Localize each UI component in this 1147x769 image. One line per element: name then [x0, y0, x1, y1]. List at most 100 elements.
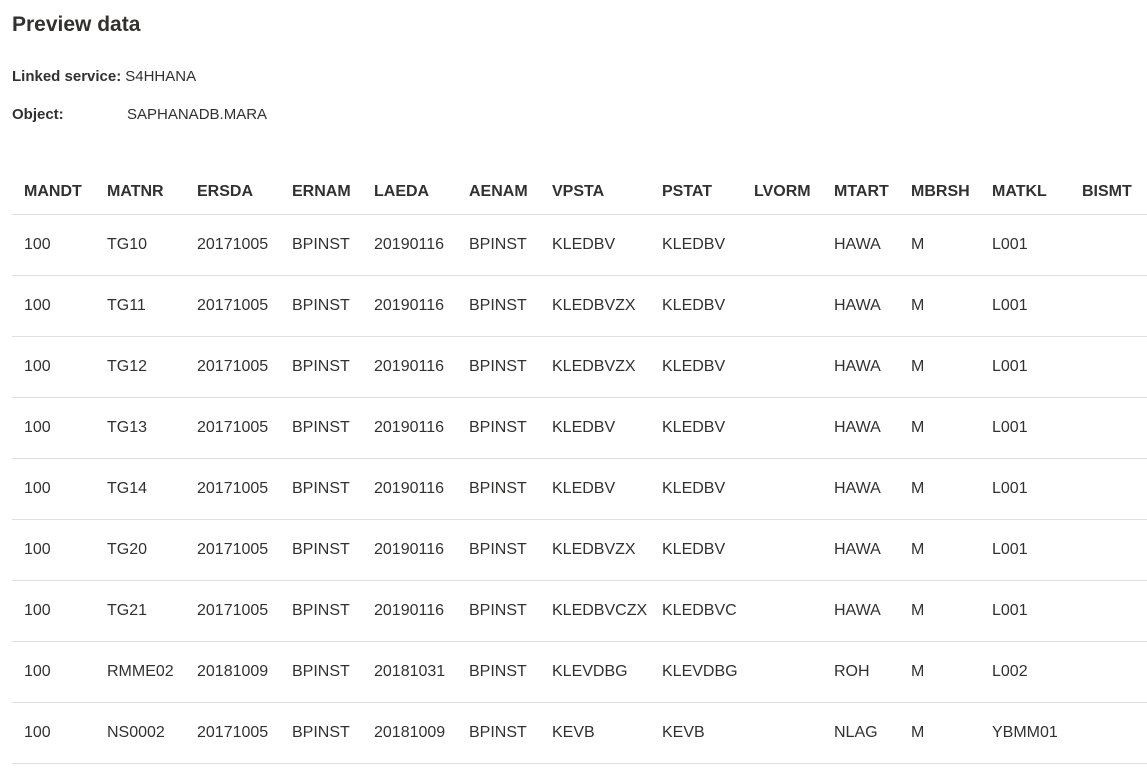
object-row: Object: SAPHANADB.MARA [12, 105, 267, 125]
table-cell-lvorm [742, 580, 822, 642]
table-body: 100 TG10 20171005 BPINST 20190116 BPINST KLEDB… [12, 214, 1147, 764]
table-cell-mbrsh: M [899, 702, 980, 764]
table-cell-laeda: 20190116 [362, 336, 457, 398]
table-row[interactable]: 100 RMME02 20181009 BPINST 20181031 BPINST KLE… [12, 641, 1147, 703]
table-cell-mandt: 100 [12, 519, 95, 581]
table-cell-mtart: ROH [822, 641, 899, 703]
table-cell-matkl: L001 [980, 275, 1070, 337]
table-cell-laeda: 20190116 [362, 458, 457, 520]
table-cell-bismt [1070, 519, 1147, 581]
table-cell-matkl: YBMM01 [980, 702, 1070, 764]
preview-data-panel: Preview data Linked service: S4HHANA Obje… [0, 0, 1147, 769]
column-header-bismt[interactable]: BISMT [1070, 169, 1147, 215]
table-cell-vpsta: KLEDBV [540, 458, 650, 520]
table-cell-pstat: KLEVDBG [650, 641, 742, 703]
table-cell-ernam: BPINST [280, 336, 362, 398]
table-cell-lvorm [742, 519, 822, 581]
table-cell-bismt [1070, 275, 1147, 337]
column-header-matnr[interactable]: MATNR [95, 169, 185, 215]
table-cell-matkl: L001 [980, 397, 1070, 459]
table-row[interactable]: 100 TG10 20171005 BPINST 20190116 BPINST KLEDB… [12, 214, 1147, 276]
column-header-mandt[interactable]: MANDT [12, 169, 95, 215]
table-header-row: MANDT MATNR ERSDA ERNAM LAEDA AENAM VPSTA PSTAT… [12, 169, 1147, 215]
table-cell-mtart: HAWA [822, 275, 899, 337]
table-cell-matnr: NS0002 [95, 702, 185, 764]
column-header-lvorm[interactable]: LVORM [742, 169, 822, 215]
column-header-mtart[interactable]: MTART [822, 169, 899, 215]
table-cell-ernam: BPINST [280, 580, 362, 642]
table-cell-bismt [1070, 580, 1147, 642]
table-cell-vpsta: KLEDBVZX [540, 275, 650, 337]
table-cell-mandt: 100 [12, 397, 95, 459]
table-cell-vpsta: KLEVDBG [540, 641, 650, 703]
table-cell-mtart: HAWA [822, 580, 899, 642]
table-cell-bismt [1070, 458, 1147, 520]
column-header-matkl[interactable]: MATKL [980, 169, 1070, 215]
table-cell-matnr: TG14 [95, 458, 185, 520]
table-cell-mtart: HAWA [822, 214, 899, 276]
table-row[interactable]: 100 TG20 20171005 BPINST 20190116 BPINST KLEDB… [12, 519, 1147, 581]
column-header-vpsta[interactable]: VPSTA [540, 169, 650, 215]
table-cell-aenam: BPINST [457, 641, 540, 703]
column-header-pstat[interactable]: PSTAT [650, 169, 742, 215]
table-row[interactable]: 100 TG11 20171005 BPINST 20190116 BPINST KLEDB… [12, 275, 1147, 337]
table-cell-ernam: BPINST [280, 641, 362, 703]
column-header-aenam[interactable]: AENAM [457, 169, 540, 215]
object-value: SAPHANADB.MARA [127, 106, 268, 123]
column-header-laeda[interactable]: LAEDA [362, 169, 457, 215]
table-row[interactable]: 100 TG12 20171005 BPINST 20190116 BPINST KLEDB… [12, 336, 1147, 398]
table-cell-laeda: 20190116 [362, 214, 457, 276]
table-cell-bismt [1070, 641, 1147, 703]
table-cell-pstat: KLEDBV [650, 336, 742, 398]
table-cell-lvorm [742, 336, 822, 398]
table-cell-mtart: HAWA [822, 397, 899, 459]
table-cell-vpsta: KLEDBV [540, 397, 650, 459]
table-cell-mbrsh: M [899, 519, 980, 581]
table-cell-pstat: KLEDBV [650, 458, 742, 520]
table-row[interactable]: 100 NS0002 20171005 BPINST 20181009 BPINST KEV… [12, 702, 1147, 764]
table-cell-ersda: 20171005 [185, 336, 280, 398]
table-cell-ersda: 20171005 [185, 275, 280, 337]
table-cell-mtart: HAWA [822, 519, 899, 581]
table-cell-bismt [1070, 702, 1147, 764]
table-row[interactable]: 100 TG14 20171005 BPINST 20190116 BPINST KLEDB… [12, 458, 1147, 520]
table-cell-aenam: BPINST [457, 214, 540, 276]
table-cell-mandt: 100 [12, 580, 95, 642]
table-cell-laeda: 20181031 [362, 641, 457, 703]
table-cell-ernam: BPINST [280, 214, 362, 276]
table-cell-matkl: L001 [980, 580, 1070, 642]
table-cell-laeda: 20190116 [362, 519, 457, 581]
table-cell-pstat: KLEDBV [650, 397, 742, 459]
table-cell-mandt: 100 [12, 458, 95, 520]
table-cell-ersda: 20181009 [185, 641, 280, 703]
table-cell-ernam: BPINST [280, 458, 362, 520]
table-cell-bismt [1070, 397, 1147, 459]
column-header-ersda[interactable]: ERSDA [185, 169, 280, 215]
table-cell-mbrsh: M [899, 641, 980, 703]
table-cell-matkl: L001 [980, 336, 1070, 398]
table-row[interactable]: 100 TG13 20171005 BPINST 20190116 BPINST KLEDB… [12, 397, 1147, 459]
table-cell-aenam: BPINST [457, 275, 540, 337]
table-cell-aenam: BPINST [457, 397, 540, 459]
table-cell-laeda: 20190116 [362, 580, 457, 642]
table-cell-matkl: L001 [980, 519, 1070, 581]
table-cell-ersda: 20171005 [185, 397, 280, 459]
table-cell-bismt [1070, 214, 1147, 276]
table-cell-laeda: 20190116 [362, 397, 457, 459]
table-cell-lvorm [742, 641, 822, 703]
table-row[interactable]: 100 TG21 20171005 BPINST 20190116 BPINST KLEDB… [12, 580, 1147, 642]
linked-service-label: Linked service: [12, 68, 122, 85]
table-cell-ernam: BPINST [280, 519, 362, 581]
table-cell-matnr: TG10 [95, 214, 185, 276]
table-cell-mbrsh: M [899, 275, 980, 337]
table-cell-mtart: HAWA [822, 458, 899, 520]
preview-table: MANDT MATNR ERSDA ERNAM LAEDA AENAM VPSTA PSTAT… [12, 169, 1147, 764]
column-header-ernam[interactable]: ERNAM [280, 169, 362, 215]
table-cell-aenam: BPINST [457, 580, 540, 642]
table-cell-vpsta: KEVB [540, 702, 650, 764]
table-cell-vpsta: KLEDBVZX [540, 519, 650, 581]
column-header-mbrsh[interactable]: MBRSH [899, 169, 980, 215]
table-cell-aenam: BPINST [457, 519, 540, 581]
page-title: Preview data [12, 13, 141, 36]
table-cell-ersda: 20171005 [185, 702, 280, 764]
